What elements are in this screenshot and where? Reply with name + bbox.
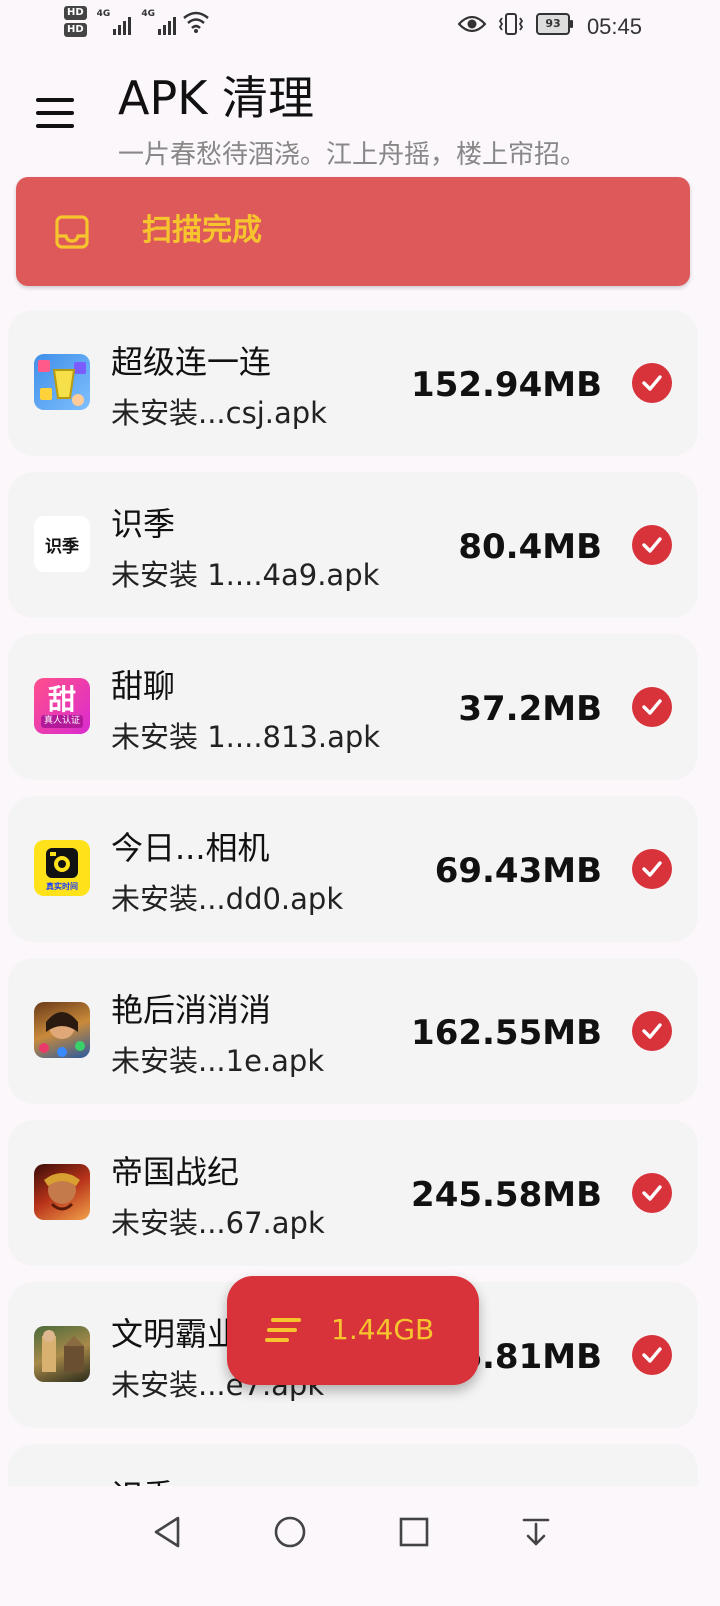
app-name: 艳后消消消 [111, 991, 272, 1029]
app-name: 文明霸业 [111, 1315, 240, 1353]
apk-size: 80.4MB [458, 527, 602, 567]
app-icon-shiji: 识季 [34, 516, 90, 572]
apk-size: 245.58MB [411, 1175, 602, 1215]
status-time: 05:45 [586, 14, 642, 39]
check-icon[interactable] [632, 687, 672, 727]
app-icon-subtext: 真人认证 [40, 714, 83, 728]
app-name: 今日...相机 [111, 829, 270, 867]
back-icon[interactable] [146, 1510, 190, 1554]
list-item[interactable]: 帝国战纪 未安装...67.apk 245.58MB [8, 1120, 698, 1266]
check-icon[interactable] [632, 1011, 672, 1051]
apk-size: 37.2MB [458, 689, 602, 729]
scan-status-banner[interactable]: 扫描完成 [16, 177, 690, 286]
page-title: APK 清理 [118, 71, 314, 125]
apk-file-name: 未安装...1e.apk [111, 1044, 325, 1078]
status-left: HD HD 4G 4G [64, 6, 210, 37]
hd-badge-1: HD [64, 6, 87, 20]
apk-file-name: 未安装...csj.apk [111, 396, 327, 430]
check-icon[interactable] [632, 849, 672, 889]
list-item[interactable]: 甜 真人认证 甜聊 未安装 1....813.apk 37.2MB [8, 634, 698, 780]
apk-size: 69.43MB [434, 851, 602, 891]
check-icon[interactable] [632, 1173, 672, 1213]
battery-icon: 93 [536, 13, 573, 35]
apk-file-name: 未安装 1....813.apk [111, 720, 381, 754]
scan-status-text: 扫描完成 [142, 213, 262, 248]
network-type-2: 4G [141, 8, 155, 19]
list-item[interactable]: 艳后消消消 未安装...1e.apk 162.55MB [8, 958, 698, 1104]
apk-file-name: 未安装 1....4a9.apk [111, 558, 380, 592]
list-item[interactable]: 超级连一连 未安装...csj.apk 152.94MB [8, 310, 698, 456]
check-icon[interactable] [632, 525, 672, 565]
hd-badge-2: HD [64, 23, 87, 37]
app-name: 甜聊 [111, 667, 176, 705]
apk-list[interactable]: 超级连一连 未安装...csj.apk 152.94MB 识季 识季 未安装 1… [8, 310, 698, 1606]
check-icon[interactable] [632, 363, 672, 403]
inbox-icon [55, 215, 89, 249]
apk-size: 162.55MB [411, 1013, 602, 1053]
apk-size: 152.94MB [411, 365, 602, 405]
status-right: 93 [458, 12, 573, 36]
eye-icon [458, 15, 486, 33]
app-icon-text: 识季 [45, 536, 79, 557]
total-size-label: 1.44GB [331, 1313, 435, 1346]
app-icon-text: 甜 [47, 682, 76, 716]
signal-icon-1: 4G [97, 9, 132, 35]
clean-total-button[interactable]: 1.44GB [227, 1276, 479, 1385]
apk-file-name: 未安装...dd0.apk [111, 882, 344, 916]
menu-icon[interactable] [36, 98, 74, 128]
app-icon-lianyilian [34, 354, 90, 410]
wifi-icon [183, 11, 209, 33]
app-icon-subtext: 真实时间 [46, 882, 78, 891]
app-name: 识季 [111, 505, 176, 543]
home-icon[interactable] [268, 1510, 312, 1554]
hd-indicators: HD HD [64, 6, 87, 37]
app-icon-diguo [34, 1164, 90, 1220]
apk-file-name: 未安装...67.apk [111, 1206, 325, 1240]
app-icon-wenming [34, 1326, 90, 1382]
vibrate-icon [498, 13, 524, 35]
recents-icon[interactable] [392, 1510, 436, 1554]
app-name: 帝国战纪 [111, 1153, 240, 1191]
notification-pulldown-icon[interactable] [514, 1510, 558, 1554]
status-bar: HD HD 4G 4G 93 05:45 [0, 0, 720, 54]
app-icon-jinri-camera: 真实时间 [34, 840, 90, 896]
list-item[interactable]: 真实时间 今日...相机 未安装...dd0.apk 69.43MB [8, 796, 698, 942]
list-item[interactable]: 识季 识季 未安装 1....4a9.apk 80.4MB [8, 472, 698, 618]
network-type-1: 4G [96, 8, 111, 19]
app-name: 超级连一连 [111, 343, 272, 381]
clean-lines-icon [265, 1318, 301, 1342]
app-icon-tianliao: 甜 真人认证 [34, 678, 90, 734]
system-nav-bar [0, 1486, 720, 1600]
check-icon[interactable] [632, 1335, 672, 1375]
signal-icon-2: 4G [141, 9, 176, 35]
app-icon-yanhou [34, 1002, 90, 1058]
page-subtitle: 一片春愁待酒浇。江上舟摇，楼上帘招。 [118, 140, 587, 170]
